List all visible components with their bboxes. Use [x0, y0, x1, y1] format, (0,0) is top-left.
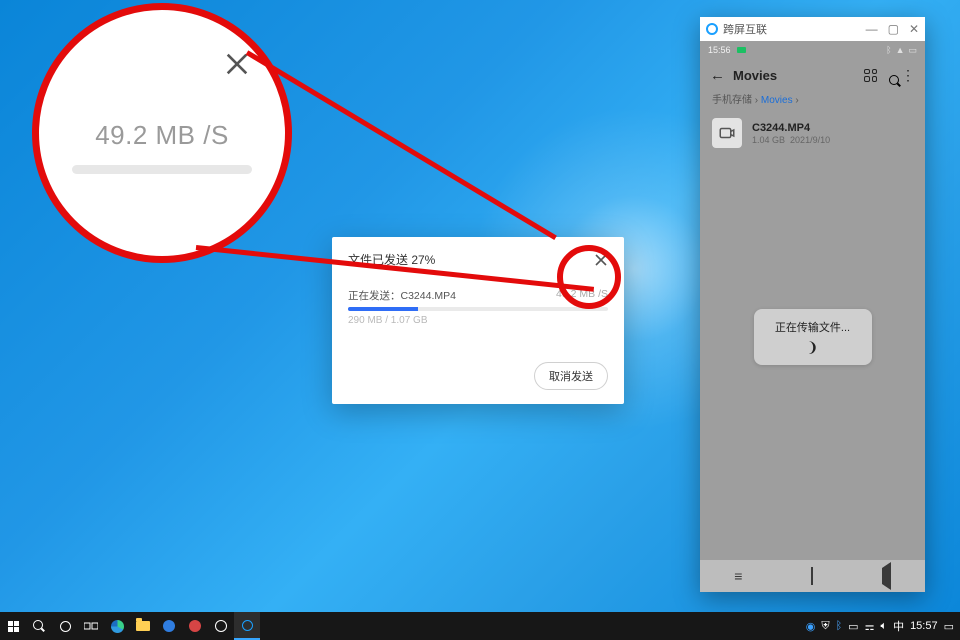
- back-button[interactable]: ←: [710, 67, 725, 84]
- breadcrumb[interactable]: 手机存储 › Movies ›: [700, 91, 925, 114]
- maximize-button[interactable]: ▢: [888, 23, 899, 35]
- taskbar[interactable]: ◉ ⛨ ᛒ ▭ ⚎ 🔈︎ 中 15:57 ▭: [0, 612, 960, 640]
- magnified-progress-bar: [72, 165, 252, 174]
- edge-browser-taskbar-icon[interactable]: [104, 612, 130, 640]
- battery-outline-icon: ▭: [908, 45, 917, 56]
- start-button[interactable]: [0, 612, 26, 640]
- progress-bar-fill: [348, 307, 418, 311]
- video-thumbnail-icon: [712, 118, 742, 148]
- file-name: C3244.MP4: [752, 122, 830, 134]
- view-grid-icon[interactable]: [864, 69, 877, 82]
- action-center-icon[interactable]: ▭: [944, 620, 954, 633]
- annotation-target-ring: [557, 245, 621, 309]
- phone-status-bar: 15:56 ᛒ ▲ ▭: [700, 41, 925, 59]
- magnifier-annotation: 49.2 MB /S: [32, 3, 292, 263]
- file-meta: 1.04 GB 2021/9/10: [752, 135, 830, 145]
- sending-file-label: 正在发送：C3244.MP4: [348, 288, 456, 303]
- phone-companion-window: 跨屏互联 — ▢ ✕ 15:56 ᛒ ▲ ▭ ← Movies ⋮: [700, 17, 925, 592]
- tray-security-icon[interactable]: ⛨: [821, 620, 829, 633]
- magnified-speed-text: 49.2 MB /S: [95, 120, 229, 151]
- phone-recents-button[interactable]: ≡: [734, 568, 742, 584]
- tray-ime-indicator[interactable]: 中: [893, 618, 904, 634]
- tray-bluetooth-icon[interactable]: ᛒ: [836, 620, 843, 632]
- window-titlebar[interactable]: 跨屏互联 — ▢ ✕: [700, 17, 925, 41]
- phone-nav-bar: ≡: [700, 560, 925, 592]
- window-title: 跨屏互联: [723, 21, 767, 37]
- settings-taskbar-icon[interactable]: [208, 612, 234, 640]
- cancel-button[interactable]: 取消发送: [534, 362, 608, 390]
- progress-bar: [348, 307, 608, 311]
- taskbar-app-icon[interactable]: [156, 612, 182, 640]
- tray-battery-icon[interactable]: ▭: [848, 620, 858, 633]
- magnified-close-icon: [224, 51, 250, 85]
- tray-icon[interactable]: ◉: [806, 620, 816, 633]
- more-menu-icon[interactable]: ⋮: [901, 67, 915, 84]
- minimize-button[interactable]: —: [866, 23, 878, 35]
- task-view-button[interactable]: [78, 612, 104, 640]
- tray-volume-icon[interactable]: 🔈︎: [880, 620, 887, 633]
- app-logo-icon: [706, 23, 718, 35]
- progress-size: 290 MB / 1.07 GB: [348, 315, 608, 326]
- breadcrumb-root[interactable]: 手机存储: [712, 95, 752, 106]
- cortana-button[interactable]: [52, 612, 78, 640]
- wifi-icon: ▲: [896, 45, 905, 55]
- cross-screen-app-taskbar-icon[interactable]: [234, 612, 260, 640]
- tray-wifi-icon[interactable]: ⚎: [865, 620, 875, 633]
- taskbar-app-icon[interactable]: [182, 612, 208, 640]
- toast-text: 正在传输文件...: [775, 319, 850, 335]
- breadcrumb-leaf[interactable]: Movies: [761, 95, 793, 106]
- taskbar-search-button[interactable]: [26, 612, 52, 640]
- file-explorer-taskbar-icon[interactable]: [130, 612, 156, 640]
- phone-back-button[interactable]: [882, 568, 891, 584]
- taskbar-clock[interactable]: 15:57: [910, 620, 938, 632]
- bluetooth-icon: ᛒ: [886, 45, 891, 55]
- spinner-icon: ❩: [807, 339, 819, 356]
- system-tray[interactable]: ◉ ⛨ ᛒ ▭ ⚎ 🔈︎ 中 15:57 ▭: [806, 618, 960, 634]
- status-time: 15:56: [708, 45, 731, 55]
- transfer-toast: 正在传输文件... ❩: [754, 309, 872, 365]
- file-row[interactable]: C3244.MP4 1.04 GB 2021/9/10: [700, 114, 925, 152]
- phone-screen: 15:56 ᛒ ▲ ▭ ← Movies ⋮ 手机存储 › Movies ›: [700, 41, 925, 592]
- magnifier-circle: 49.2 MB /S: [32, 3, 292, 263]
- file-browser-header: ← Movies ⋮: [700, 59, 925, 91]
- window-close-button[interactable]: ✕: [909, 23, 919, 35]
- folder-title: Movies: [733, 68, 777, 83]
- phone-home-button[interactable]: [811, 568, 813, 584]
- battery-icon: [737, 47, 746, 53]
